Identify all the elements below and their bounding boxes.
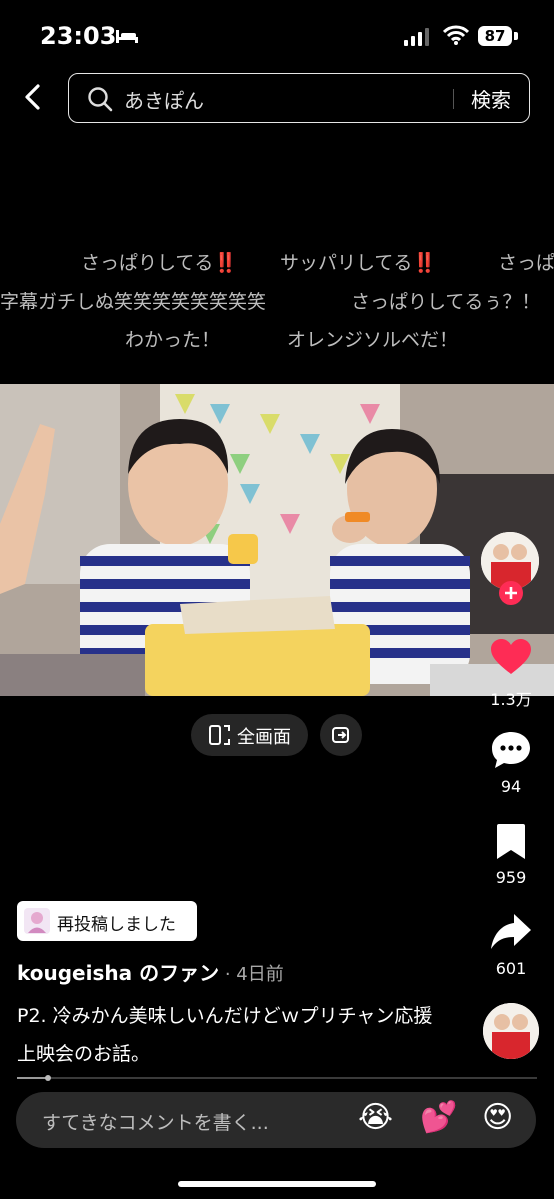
back-button[interactable]	[18, 82, 48, 112]
fullscreen-icon	[209, 725, 230, 745]
repost-badge[interactable]: 再投稿しました	[17, 901, 197, 941]
author-line[interactable]: kougeisha のファン · 4日前	[17, 957, 284, 986]
home-indicator	[178, 1181, 376, 1187]
sound-disc-icon[interactable]	[483, 1003, 539, 1059]
video-player[interactable]	[0, 384, 554, 696]
video-progress-handle[interactable]	[45, 1075, 52, 1081]
like-count: 1.3万	[490, 690, 532, 709]
battery-indicator: 87	[478, 26, 512, 46]
video-progress-track[interactable]	[17, 1077, 537, 1079]
comment-input-bar[interactable]: すてきなコメントを書く... 😭 💕 😍	[16, 1092, 536, 1148]
pip-icon	[332, 727, 349, 743]
wifi-icon	[443, 25, 469, 45]
search-input[interactable]: あきぽん	[124, 85, 204, 114]
status-time: 23:03	[40, 22, 117, 50]
share-arrow-icon[interactable]	[490, 912, 532, 952]
video-frame-image	[0, 384, 554, 696]
danmaku-comment: さっぱ	[498, 252, 554, 274]
bookmark-count: 959	[495, 868, 527, 887]
danmaku-comment: さっぱりしてるぅ？！	[351, 291, 541, 313]
post-caption[interactable]: P2. 冷みかん美味しいんだけどｗプリチャン応援上映会のお話。	[17, 997, 437, 1073]
video-progress-fill	[17, 1077, 49, 1079]
heart-eyes-emoji-button[interactable]: 😍	[482, 1100, 513, 1135]
comment-input[interactable]: すてきなコメントを書く...	[42, 1108, 269, 1135]
repost-label: 再投稿しました	[57, 915, 176, 935]
search-box[interactable]: あきぽん 検索	[68, 73, 530, 123]
danmaku-comment: オレンジソルベだ！	[287, 329, 459, 351]
post-time: · 4日前	[219, 964, 284, 985]
danmaku-comment: わかった！	[125, 329, 221, 351]
hearts-emoji-button[interactable]: 💕	[420, 1100, 457, 1135]
fullscreen-label: 全画面	[237, 727, 291, 748]
comment-icon[interactable]	[490, 730, 532, 770]
share-count: 601	[495, 959, 527, 978]
comment-count: 94	[500, 777, 522, 796]
sound-disc-image	[483, 1003, 539, 1059]
danmaku-comment: さっぱりしてる‼️	[81, 252, 237, 274]
like-heart-icon[interactable]	[490, 638, 532, 676]
plus-icon	[505, 587, 517, 599]
cellular-signal-icon	[404, 28, 429, 46]
battery-nub	[514, 32, 518, 40]
crying-emoji-button[interactable]: 😭	[358, 1100, 393, 1135]
danmaku-comment: サッパリしてる‼️	[280, 252, 436, 274]
search-button[interactable]: 検索	[471, 84, 511, 113]
reposter-avatar	[24, 908, 50, 934]
picture-in-picture-button[interactable]	[320, 714, 362, 756]
bookmark-icon[interactable]	[494, 823, 528, 861]
sleep-focus-icon	[116, 30, 138, 43]
author-suffix: のファン	[132, 961, 220, 985]
follow-button[interactable]	[499, 581, 523, 605]
search-divider	[453, 89, 454, 109]
search-icon	[88, 87, 113, 112]
author-name[interactable]: kougeisha	[17, 961, 132, 985]
danmaku-comment: 字幕ガチしぬ笑笑笑笑笑笑笑笑	[0, 291, 267, 313]
fullscreen-button[interactable]: 全画面	[191, 714, 308, 756]
